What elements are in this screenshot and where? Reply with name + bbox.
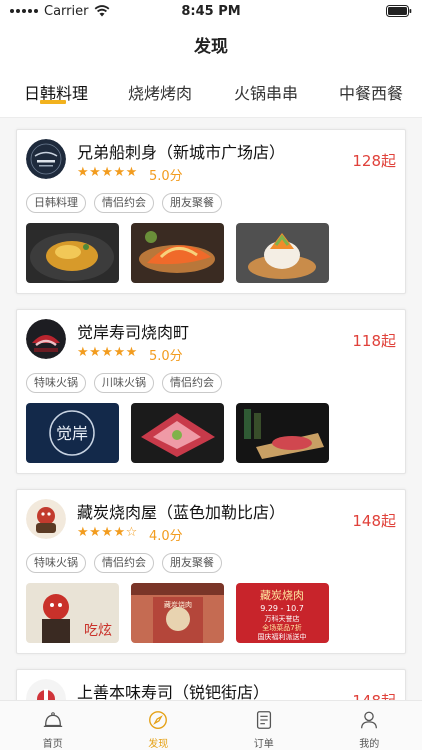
category-tabs: 日韩料理 烧烤烤肉 火锅串串 中餐西餐: [0, 66, 422, 118]
tab-hotpot[interactable]: 火锅串串: [234, 80, 298, 104]
food-photo[interactable]: [236, 223, 329, 283]
tag: 特味火锅: [26, 553, 86, 573]
cloche-icon: [43, 712, 62, 728]
store-logo: [26, 139, 66, 179]
tab-discover[interactable]: 发现: [106, 701, 212, 750]
rating-score: 5.0分: [149, 349, 183, 364]
photo-caption: 藏炭烧肉: [260, 589, 304, 602]
store-name: 藏炭烧肉屋（蓝色加勒比店）: [77, 503, 286, 522]
photo-row: 吃炫 藏炭烧肉 藏炭烧肉 9.29 - 10.7 万科天誉店 全场菜品7折 国庆…: [26, 583, 329, 643]
wifi-icon: [95, 5, 110, 17]
rating-stars: ★★★★★: [77, 345, 138, 360]
photo-caption: 吃炫: [84, 623, 112, 639]
tab-label: 订单: [253, 739, 274, 750]
tab-label: 发现: [148, 739, 169, 750]
tag-list: 日韩料理 情侣约会 朋友聚餐: [26, 193, 222, 213]
store-price: 148起: [352, 512, 396, 530]
signal-dots-icon: [10, 9, 38, 13]
carrier-label: Carrier: [44, 3, 89, 19]
tag: 川味火锅: [94, 373, 154, 393]
store-name: 觉岸寿司烧肉町: [77, 323, 190, 342]
store-card[interactable]: 上善本味寿司（锐钯街店） 148起: [16, 669, 406, 700]
store-price: 148起: [352, 690, 396, 700]
food-photo[interactable]: [236, 403, 329, 463]
tag: 特味火锅: [26, 373, 86, 393]
page-title: 发现: [194, 36, 228, 57]
status-left: Carrier: [10, 4, 110, 19]
tag-list: 特味火锅 情侣约会 朋友聚餐: [26, 553, 222, 573]
tab-bbq[interactable]: 烧烤烤肉: [128, 80, 192, 104]
tab-active-indicator: [40, 100, 66, 104]
rating-stars: ★★★★★: [77, 165, 138, 180]
tag: 日韩料理: [26, 193, 86, 213]
food-photo[interactable]: [131, 223, 224, 283]
rating-score: 4.0分: [149, 529, 183, 544]
tab-label: 我的: [359, 739, 380, 750]
rating-score: 5.0分: [149, 169, 183, 184]
compass-icon: [149, 711, 168, 729]
photo-row: 觉岸: [26, 403, 329, 463]
photo-caption: 国庆福利派送中: [258, 632, 307, 641]
rating-stars: ★★★★☆: [77, 525, 138, 540]
store-name: 兄弟船刺身（新城市广场店）: [77, 143, 286, 162]
tag: 情侣约会: [162, 373, 222, 393]
store-card[interactable]: 藏炭烧肉屋（蓝色加勒比店） 148起 ★★★★☆ 4.0分 特味火锅 情侣约会 …: [16, 489, 406, 654]
food-photo[interactable]: [26, 223, 119, 283]
store-card[interactable]: 兄弟船刺身（新城市广场店） 128起 ★★★★★ 5.0分 日韩料理 情侣约会 …: [16, 129, 406, 294]
tab-mine[interactable]: 我的: [317, 701, 422, 750]
store-list: 兄弟船刺身（新城市广场店） 128起 ★★★★★ 5.0分 日韩料理 情侣约会 …: [0, 118, 422, 700]
nav-bar: 发现: [0, 22, 422, 66]
store-card[interactable]: 觉岸寿司烧肉町 118起 ★★★★★ 5.0分 特味火锅 川味火锅 情侣约会 觉…: [16, 309, 406, 474]
tag: 朋友聚餐: [162, 193, 222, 213]
person-icon: [361, 711, 378, 729]
store-logo: [26, 319, 66, 359]
store-logo: [26, 679, 66, 700]
order-list-icon: [256, 711, 271, 729]
photo-caption: 藏炭烧肉: [164, 600, 192, 609]
tag: 情侣约会: [94, 193, 154, 213]
food-photo[interactable]: 吃炫: [26, 583, 119, 643]
store-logo: [26, 499, 66, 539]
food-photo[interactable]: [131, 403, 224, 463]
photo-caption: 万科天誉店: [265, 614, 300, 623]
store-name: 上善本味寿司（锐钯街店）: [77, 683, 270, 700]
tab-chinese-western[interactable]: 中餐西餐: [339, 80, 403, 104]
photo-caption: 全场菜品7折: [262, 623, 301, 632]
tab-home[interactable]: 首页: [0, 701, 106, 750]
status-bar: Carrier 8:45 PM: [0, 0, 422, 22]
tag-list: 特味火锅 川味火锅 情侣约会: [26, 373, 222, 393]
food-photo[interactable]: 觉岸: [26, 403, 119, 463]
tab-bar: 首页 发现 订单 我的: [0, 700, 422, 750]
food-photo[interactable]: 藏炭烧肉: [131, 583, 224, 643]
food-photo[interactable]: 藏炭烧肉 9.29 - 10.7 万科天誉店 全场菜品7折 国庆福利派送中: [236, 583, 329, 643]
store-price: 128起: [352, 152, 396, 170]
tab-label: 首页: [42, 739, 63, 750]
store-price: 118起: [352, 332, 396, 350]
tag: 朋友聚餐: [162, 553, 222, 573]
tab-orders[interactable]: 订单: [211, 701, 317, 750]
photo-caption: 9.29 - 10.7: [260, 604, 304, 613]
battery-icon: [386, 5, 412, 17]
photo-row: [26, 223, 329, 283]
store-logo-text: 觉岸: [56, 424, 88, 443]
status-right: [386, 5, 412, 17]
tag: 情侣约会: [94, 553, 154, 573]
